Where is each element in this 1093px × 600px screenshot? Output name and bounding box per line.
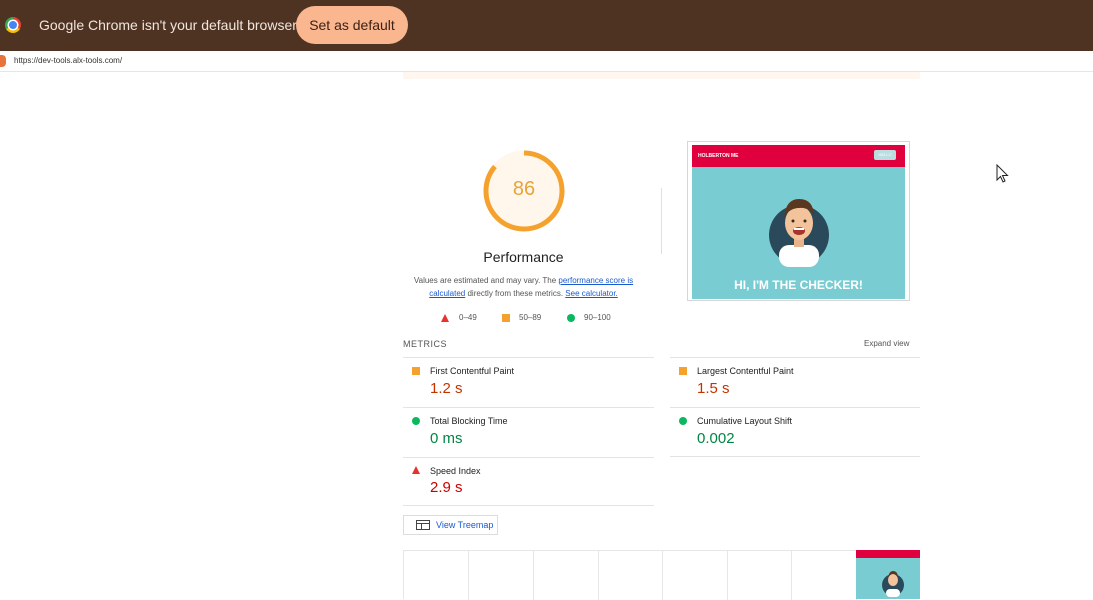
filmstrip-frame-divider	[791, 551, 792, 600]
metric-si-name: Speed Index	[430, 466, 481, 476]
screenshot-header-button: HELLO	[874, 150, 896, 160]
metric-divider	[403, 357, 654, 358]
screenshot-headline: HI, I'M THE CHECKER!	[734, 278, 863, 292]
square-icon	[502, 313, 510, 322]
fail-triangle-icon	[412, 466, 420, 474]
filmstrip-final-frame	[856, 550, 920, 599]
metric-divider	[403, 407, 654, 408]
avatar-illustration-icon	[769, 199, 829, 267]
default-browser-infobar: Google Chrome isn't your default browser…	[0, 0, 1093, 51]
desc-prefix: Values are estimated and may vary. The	[413, 276, 559, 285]
filmstrip-frame-divider	[598, 551, 599, 600]
metric-cls-value: 0.002	[697, 430, 735, 447]
filmstrip-avatar-icon	[882, 571, 904, 597]
legend-fail-range: 0–49	[459, 313, 477, 322]
circle-icon	[567, 313, 575, 322]
treemap-icon	[416, 520, 430, 530]
screenshot-header: HOLBERTON ME HELLO	[692, 145, 905, 167]
mouse-cursor-icon	[996, 164, 1009, 183]
legend-average-range: 50–89	[519, 313, 542, 322]
filmstrip	[403, 550, 920, 600]
see-calculator-link[interactable]: See calculator.	[565, 289, 617, 298]
legend-pass-range: 90–100	[584, 313, 611, 322]
legend-average: 50–89	[502, 313, 541, 322]
metric-fcp-value: 1.2 s	[430, 380, 463, 397]
expand-view-toggle[interactable]: Expand view	[864, 339, 909, 348]
metric-divider	[670, 407, 920, 408]
performance-title: Performance	[483, 249, 564, 265]
legend-pass: 90–100	[567, 313, 611, 322]
performance-score: 86	[512, 178, 536, 200]
metric-fcp-name: First Contentful Paint	[430, 366, 515, 376]
filmstrip-frame-divider	[468, 551, 469, 600]
metric-si-value: 2.9 s	[430, 479, 463, 496]
page-url[interactable]: https://dev-tools.alx-tools.com/	[14, 56, 122, 65]
infobar-message: Google Chrome isn't your default browser	[39, 17, 297, 33]
filmstrip-frame-divider	[533, 551, 534, 600]
desc-middle: directly from these metrics.	[465, 289, 566, 298]
vertical-divider	[661, 188, 662, 254]
metric-divider	[670, 456, 920, 457]
metric-cls-name: Cumulative Layout Shift	[697, 416, 793, 426]
warning-strip	[403, 72, 920, 79]
average-square-icon	[679, 367, 687, 375]
filmstrip-frame-divider	[727, 551, 728, 600]
metric-divider	[403, 505, 654, 506]
screenshot-brand: HOLBERTON ME	[698, 153, 739, 159]
set-as-default-button[interactable]: Set as default	[296, 6, 408, 44]
filmstrip-frame-header	[856, 550, 920, 558]
metric-lcp-value: 1.5 s	[697, 380, 730, 397]
metrics-heading: METRICS	[403, 339, 447, 349]
metric-tbt-name: Total Blocking Time	[430, 416, 508, 426]
pass-circle-icon	[679, 417, 687, 425]
view-treemap-label: View Treemap	[436, 520, 494, 530]
performance-description: Values are estimated and may vary. The p…	[405, 274, 642, 300]
metric-tbt-value: 0 ms	[430, 430, 463, 447]
triangle-icon	[441, 313, 449, 322]
chrome-logo-icon	[5, 17, 21, 33]
filmstrip-frame-divider	[662, 551, 663, 600]
view-treemap-button[interactable]: View Treemap	[403, 515, 498, 535]
metric-lcp-name: Largest Contentful Paint	[697, 366, 794, 376]
average-square-icon	[412, 367, 420, 375]
legend-fail: 0–49	[441, 313, 477, 322]
screenshot-content: HOLBERTON ME HELLO HI, I'M THE CHECKER!	[692, 145, 905, 299]
url-strip: https://dev-tools.alx-tools.com/	[0, 51, 1093, 72]
final-screenshot[interactable]: HOLBERTON ME HELLO HI, I'M THE CHECKER!	[687, 141, 910, 301]
page-favicon-icon	[0, 55, 6, 67]
pass-circle-icon	[412, 417, 420, 425]
metric-divider	[670, 357, 920, 358]
metric-divider	[403, 457, 654, 458]
